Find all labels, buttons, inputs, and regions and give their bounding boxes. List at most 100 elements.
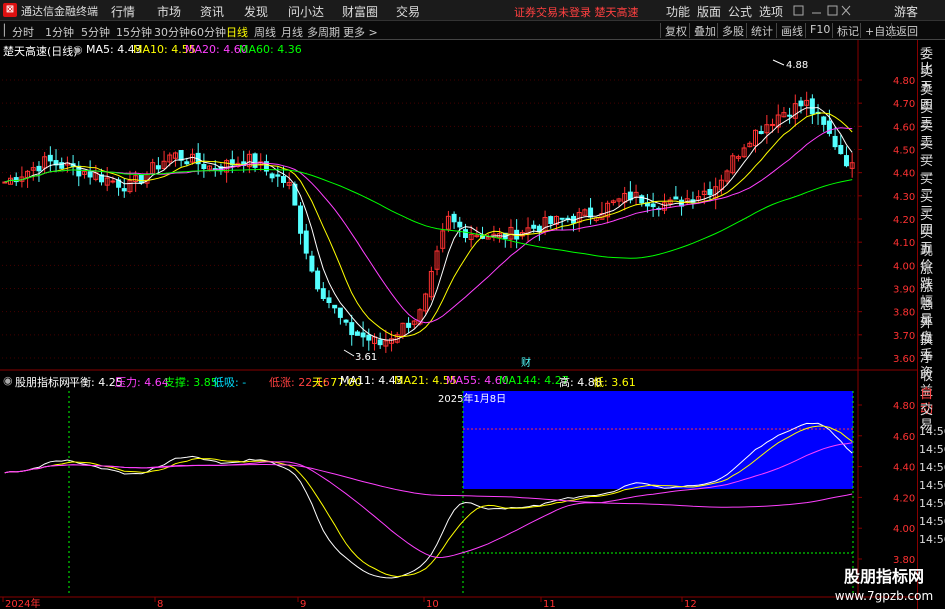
candle-down	[531, 224, 537, 229]
candle-down	[366, 334, 372, 341]
candle-down	[809, 98, 815, 115]
side-panel-item: 14:56	[919, 497, 945, 510]
chart-grid	[0, 40, 917, 598]
main-y-tick-label: 4.50	[893, 146, 915, 157]
candle-down	[155, 165, 161, 170]
main-y-tick-label: 4.30	[893, 192, 915, 203]
candle-down	[451, 213, 457, 223]
candle-down	[406, 322, 412, 328]
x-tick-label: 8	[157, 599, 163, 609]
candle-down	[298, 205, 304, 234]
candle-down	[343, 319, 349, 323]
candle-down	[201, 163, 207, 170]
candle-up	[110, 180, 116, 183]
chart-axes: 4.80 4.70 4.60 4.50 4.40 4.30 4.20 4.10 4.00 3.90…	[2, 76, 915, 609]
main-y-tick-label: 3.90	[893, 285, 915, 296]
candle-down	[121, 188, 127, 192]
candle-down	[821, 116, 827, 125]
main-y-tick-label: 4.40	[893, 169, 915, 180]
side-panel-item: 14:56	[919, 533, 945, 546]
x-tick-label: 11	[543, 599, 556, 609]
candle-down	[337, 307, 343, 318]
candle-down	[588, 207, 594, 218]
candle-down	[178, 150, 184, 161]
candle-down	[462, 229, 468, 239]
candle-down	[303, 230, 309, 254]
main-y-tick-label: 4.60	[893, 122, 915, 133]
finance-marker: 财	[521, 356, 531, 369]
candle-down	[457, 221, 463, 228]
candle-down	[326, 297, 332, 303]
candle-down	[639, 195, 645, 204]
watermark: 股朋指标网 www.7gpzb.com	[826, 566, 942, 609]
indicator-date-label: 2025年1月8日	[438, 392, 506, 405]
candle-up	[770, 123, 776, 126]
main-y-tick-label: 4.10	[893, 238, 915, 249]
candle-down	[315, 270, 321, 290]
candle-down	[843, 155, 849, 167]
candle-down	[184, 161, 190, 165]
main-y-tick-label: 4.80	[893, 76, 915, 87]
candle-down	[548, 216, 554, 225]
side-panel-item: 14:56	[919, 425, 945, 438]
candle-down	[838, 145, 844, 155]
indicator-y-tick-label: 4.60	[893, 432, 915, 443]
candle-down	[832, 135, 838, 148]
indicator-y-tick-label: 4.20	[893, 493, 915, 504]
side-panel-item: 14:56	[919, 479, 945, 492]
main-y-tick-label: 4.20	[893, 215, 915, 226]
candle-down	[707, 189, 713, 196]
candle-down	[673, 196, 679, 200]
candle-down	[87, 171, 93, 178]
candlestick-area: 4.88 3.61 财	[2, 59, 855, 369]
candle-down	[36, 165, 42, 172]
high-price-label: 4.88	[786, 60, 808, 71]
ma5-line	[4, 106, 853, 341]
x-tick-label: 10	[426, 599, 439, 609]
watermark-title: 股朋指标网	[843, 567, 924, 586]
high-pointer	[772, 59, 785, 66]
main-y-tick-label: 3.60	[893, 354, 915, 365]
candle-down	[269, 173, 275, 179]
indicator-y-tick-label: 4.80	[893, 401, 915, 412]
candle-down	[377, 339, 383, 346]
candle-down	[309, 255, 315, 272]
indicator-area: 2025年1月8日	[4, 391, 854, 595]
indicator-y-tick-label: 4.40	[893, 463, 915, 474]
main-y-tick-label: 3.80	[893, 308, 915, 319]
candle-down	[758, 131, 764, 134]
x-tick-label: 2024年	[5, 597, 40, 609]
candle-down	[354, 331, 360, 336]
candle-down	[360, 332, 366, 338]
low-pointer	[343, 349, 355, 357]
indicator-y-tick-label: 4.00	[893, 524, 915, 535]
candle-down	[47, 154, 53, 162]
side-panel-item: 14:56	[919, 515, 945, 528]
stock-chart[interactable]: 4.88 3.61 财 2025年1月8日 4.80 4.70 4.60 4.50 4.40…	[0, 0, 917, 609]
watermark-url: www.7gpzb.com	[834, 589, 934, 603]
indicator-y-tick-label: 3.80	[893, 555, 915, 566]
highlight-zone	[463, 391, 853, 489]
candle-down	[559, 217, 565, 220]
main-y-tick-label: 4.70	[893, 99, 915, 110]
candle-down	[280, 176, 286, 183]
candle-down	[826, 120, 832, 134]
side-panel-item: 14:56	[919, 461, 945, 474]
x-tick-label: 12	[684, 599, 697, 609]
side-panel-item: 14:56	[919, 443, 945, 456]
main-y-tick-label: 4.00	[893, 261, 915, 272]
candle-down	[650, 203, 656, 208]
candle-down	[798, 100, 804, 107]
candle-down	[332, 304, 338, 309]
candle-down	[349, 322, 355, 336]
candle-down	[275, 174, 281, 177]
low-price-label: 3.61	[355, 352, 377, 363]
ma20-line	[4, 127, 853, 324]
main-y-tick-label: 3.70	[893, 331, 915, 342]
candle-down	[320, 288, 326, 299]
quote-side-panel: 委比 卖五 卖四 卖三 卖二 卖一 买一 买二 买三 买四 买五 现价 涨跌 涨幅 总量 外盘 换手 净资 收益 自动…	[917, 40, 945, 609]
candle-down	[138, 174, 144, 184]
ma10-line	[4, 112, 853, 338]
candle-down	[787, 114, 793, 117]
x-tick-label: 9	[300, 599, 306, 609]
